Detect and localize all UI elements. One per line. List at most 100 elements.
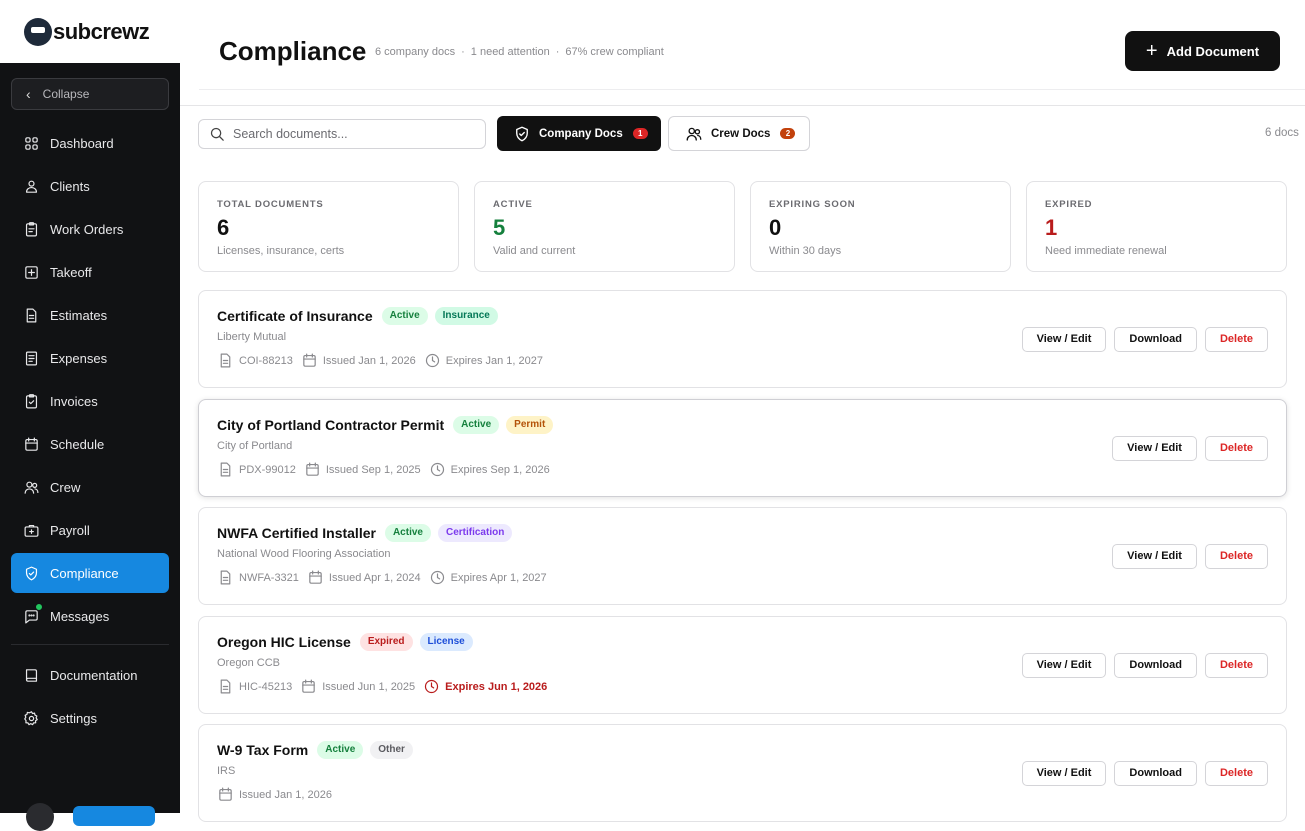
- sidebar-item-label: Takeoff: [50, 264, 92, 280]
- shield-check-icon: [25, 566, 38, 580]
- download-button[interactable]: Download: [1114, 653, 1197, 678]
- document-card[interactable]: Certificate of Insurance Active Insurance L…: [198, 290, 1287, 388]
- sidebar-item-documentation[interactable]: Documentation: [11, 655, 169, 695]
- tab-company-docs[interactable]: Company Docs 1: [497, 116, 661, 151]
- delete-button[interactable]: Delete: [1204, 436, 1268, 461]
- expiry-date: Expires Sep 1, 2026: [429, 461, 550, 478]
- stat-sub: Licenses, insurance, certs: [217, 245, 345, 257]
- sidebar: subcrewz ‹ Collapse Dashboard Clients Work…: [0, 0, 180, 831]
- meta-item: 6 company docs: [375, 46, 456, 58]
- document-number: NWFA-3321: [217, 569, 299, 586]
- add-document-label: Add Document: [1166, 43, 1260, 59]
- divider: [199, 89, 1305, 90]
- tab-crew-docs[interactable]: Crew Docs 2: [668, 116, 810, 151]
- sidebar-item-payroll[interactable]: Payroll: [11, 510, 169, 550]
- view-edit-button[interactable]: View / Edit: [1021, 653, 1107, 678]
- count-badge: 2: [780, 128, 796, 139]
- sidebar-item-crew[interactable]: Crew: [11, 467, 169, 507]
- delete-button[interactable]: Delete: [1204, 653, 1268, 678]
- file-icon: [220, 353, 231, 368]
- sidebar-item-dashboard[interactable]: Dashboard: [11, 123, 169, 163]
- delete-button[interactable]: Delete: [1204, 761, 1268, 786]
- status-badge: Active: [381, 307, 428, 325]
- divider: [11, 644, 169, 645]
- sidebar-item-compliance[interactable]: Compliance: [11, 553, 169, 593]
- sidebar-item-estimates[interactable]: Estimates: [11, 295, 169, 335]
- sidebar-item-expenses[interactable]: Expenses: [11, 338, 169, 378]
- shield-check-icon: [516, 126, 528, 141]
- receipt-icon: [25, 351, 38, 365]
- crew-icon: [24, 481, 39, 494]
- unread-dot: [35, 603, 43, 611]
- issued-date: Issued Jun 1, 2025: [300, 678, 415, 695]
- page-title: Compliance: [219, 36, 367, 66]
- view-edit-button[interactable]: View / Edit: [1112, 544, 1197, 569]
- download-button[interactable]: Download: [1114, 327, 1197, 352]
- book-icon: [25, 668, 38, 682]
- stat-card: ACTIVE 5 Valid and current: [474, 181, 735, 272]
- sidebar-item-clients[interactable]: Clients: [11, 166, 169, 206]
- document-actions: View / Edit Download Delete: [1021, 653, 1268, 678]
- expiry-date: Expires Apr 1, 2027: [429, 569, 547, 586]
- meta-item: 1 need attention: [470, 46, 550, 58]
- collapse-button[interactable]: ‹ Collapse: [11, 78, 169, 110]
- document-actions: View / Edit Download Delete: [1021, 761, 1268, 786]
- document-number: COI-88213: [217, 352, 293, 369]
- search-box[interactable]: [198, 119, 486, 149]
- document-header: City of Portland Contractor Permit Active…: [217, 416, 554, 434]
- document-header: Oregon HIC License Expired License: [217, 633, 473, 651]
- view-edit-button[interactable]: View / Edit: [1112, 436, 1197, 461]
- document-issuer: IRS: [217, 765, 236, 777]
- category-badge: Permit: [506, 416, 554, 434]
- sidebar-item-label: Compliance: [50, 565, 119, 581]
- page-meta: 6 company docs · 1 need attention · 67% crew…: [375, 46, 664, 58]
- document-title: Certificate of Insurance: [217, 308, 373, 324]
- users-icon: [25, 180, 38, 193]
- calendar-icon: [306, 462, 319, 476]
- upgrade-button[interactable]: [73, 806, 155, 826]
- document-meta: COI-88213 Issued Jan 1, 2026 Expires Jan 1…: [217, 352, 551, 369]
- stat-value: 5: [493, 215, 506, 240]
- document-issuer: Oregon CCB: [217, 657, 280, 669]
- sidebar-item-invoices[interactable]: Invoices: [11, 381, 169, 421]
- search-icon: [210, 127, 224, 141]
- document-meta: Issued Jan 1, 2026: [217, 786, 340, 803]
- stat-value: 1: [1045, 215, 1058, 240]
- stat-value: 6: [217, 215, 230, 240]
- sidebar-item-schedule[interactable]: Schedule: [11, 424, 169, 464]
- sidebar-item-settings[interactable]: Settings: [11, 698, 169, 738]
- sidebar-nav: Dashboard Clients Work Orders Takeoff Estima…: [11, 123, 169, 741]
- stat-label: EXPIRING SOON: [769, 199, 856, 210]
- delete-button[interactable]: Delete: [1204, 327, 1268, 352]
- sidebar-item-work-orders[interactable]: Work Orders: [11, 209, 169, 249]
- status-badge: Expired: [359, 633, 413, 651]
- status-badge: Active: [453, 416, 500, 434]
- main-content: Compliance 6 company docs · 1 need attenti…: [180, 0, 1305, 822]
- sidebar-item-messages[interactable]: Messages: [11, 596, 169, 636]
- document-number: PDX-99012: [217, 461, 296, 478]
- gear-icon: [24, 710, 38, 725]
- calendar-icon: [309, 570, 322, 584]
- issued-date: Issued Apr 1, 2024: [307, 569, 421, 586]
- search-input[interactable]: [233, 127, 463, 141]
- sidebar-item-label: Dashboard: [50, 135, 114, 151]
- document-card[interactable]: City of Portland Contractor Permit Active…: [198, 399, 1287, 497]
- clipboard-icon: [25, 221, 38, 236]
- document-card[interactable]: NWFA Certified Installer Active Certificat…: [198, 507, 1287, 605]
- category-badge: Other: [370, 741, 413, 759]
- sidebar-item-takeoff[interactable]: Takeoff: [11, 252, 169, 292]
- issued-date: Issued Jan 1, 2026: [301, 352, 416, 369]
- category-badge: Insurance: [434, 307, 498, 325]
- download-button[interactable]: Download: [1114, 761, 1197, 786]
- add-document-button[interactable]: + Add Document: [1125, 31, 1280, 71]
- avatar[interactable]: [26, 803, 54, 831]
- document-card[interactable]: Oregon HIC License Expired License Oregon C…: [198, 616, 1287, 714]
- view-edit-button[interactable]: View / Edit: [1021, 327, 1107, 352]
- document-header: W-9 Tax Form Active Other: [217, 741, 413, 759]
- clock-icon: [430, 570, 444, 585]
- document-card[interactable]: W-9 Tax Form Active Other IRS Issued Jan 1, …: [198, 724, 1287, 822]
- delete-button[interactable]: Delete: [1204, 544, 1268, 569]
- divider: [180, 105, 1305, 106]
- view-edit-button[interactable]: View / Edit: [1021, 761, 1107, 786]
- logo[interactable]: subcrewz: [0, 0, 180, 63]
